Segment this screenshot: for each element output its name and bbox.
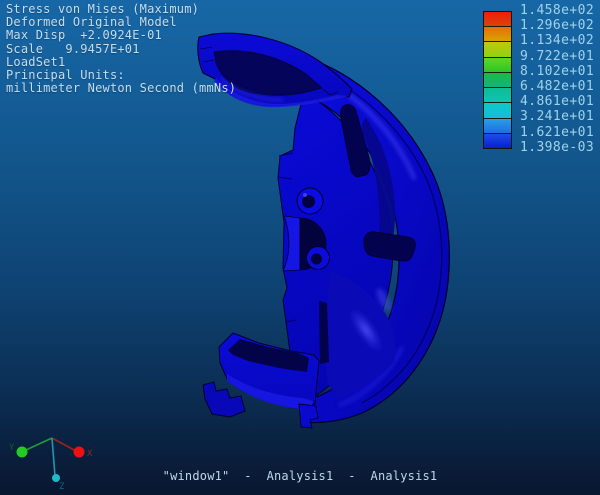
y-axis-line: [26, 438, 52, 450]
legend-color-segment: [484, 12, 511, 26]
window-title: "window1" - Analysis1 - Analysis1: [0, 469, 600, 483]
results-viewport: X Y Z Stress von Mises (Maximum) Deforme…: [0, 0, 600, 495]
x-axis-line: [52, 438, 76, 451]
legend-color-segment: [484, 102, 511, 117]
legend-value: 4.861e+01: [520, 95, 598, 109]
z-axis-label: Z: [59, 482, 65, 492]
bolt-hole-lower: [311, 254, 322, 265]
legend-color-segment: [484, 87, 511, 102]
legend-value: 8.102e+01: [520, 65, 598, 79]
bolt-hole-glint: [303, 193, 307, 197]
legend-value: 6.482e+01: [520, 80, 598, 94]
legend-value: 1.398e-03: [520, 141, 598, 155]
x-axis-ball: [74, 447, 85, 458]
legend-value: 1.458e+02: [520, 4, 598, 18]
legend-value: 1.621e+01: [520, 126, 598, 140]
legend-value: 9.722e+01: [520, 50, 598, 64]
legend-value: 3.241e+01: [520, 110, 598, 124]
legend-color-segment: [484, 118, 511, 133]
y-axis-ball: [17, 447, 28, 458]
bolt-hole-upper: [302, 195, 315, 208]
legend-color-segment: [484, 41, 511, 56]
legend: 1.458e+02 1.296e+02 1.134e+02 9.722e+01 …: [0, 0, 600, 170]
legend-value: 1.296e+02: [520, 19, 598, 33]
bottom-tab: [299, 404, 318, 428]
legend-color-segment: [484, 26, 511, 41]
x-axis-label: X: [87, 449, 93, 459]
legend-color-bar: [483, 11, 512, 149]
legend-color-segment: [484, 133, 511, 148]
y-axis-label: Y: [9, 443, 15, 453]
legend-color-segment: [484, 72, 511, 87]
legend-color-segment: [484, 57, 511, 72]
orientation-triad: X Y Z: [9, 438, 93, 492]
legend-value: 1.134e+02: [520, 34, 598, 48]
